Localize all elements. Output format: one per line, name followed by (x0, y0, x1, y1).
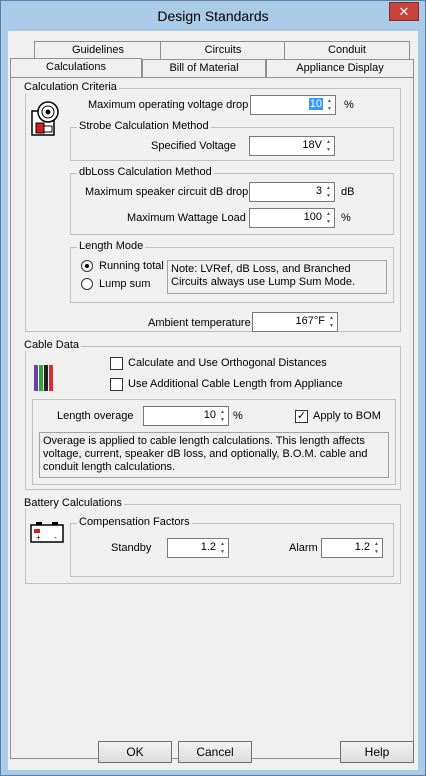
length-overage-value[interactable]: 10 (204, 409, 216, 421)
apply-to-bom-label[interactable]: Apply to BOM (313, 410, 381, 422)
specified-voltage-value[interactable]: 18V (302, 139, 322, 151)
spinner-arrows-icon[interactable]: ▲ ▼ (372, 540, 381, 556)
orthogonal-distances-label[interactable]: Calculate and Use Orthogonal Distances (128, 357, 327, 369)
lump-sum-label[interactable]: Lump sum (99, 278, 150, 290)
alarm-label: Alarm (289, 542, 318, 554)
help-button[interactable]: Help (340, 741, 414, 763)
compensation-factors-group: Compensation Factors Standby 1.2 ▲ ▼ Alar… (70, 516, 394, 577)
tab-calculations[interactable]: Calculations (10, 58, 142, 77)
battery-icon: + - (30, 521, 64, 543)
standby-value[interactable]: 1.2 (201, 541, 216, 553)
close-icon: ✕ (398, 4, 410, 19)
battery-calculations-group: Battery Calculations + - Compensation Fa… (22, 497, 401, 584)
length-overage-unit: % (233, 410, 243, 422)
running-total-radio[interactable] (81, 260, 93, 272)
cable-data-label: Cable Data (22, 339, 82, 351)
length-overage-group: Length overage 10 ▲ ▼ % ✓ Apply to BOM Ov… (32, 399, 396, 485)
max-wattage-value[interactable]: 100 (304, 211, 322, 223)
spinner-arrows-icon[interactable]: ▲ ▼ (218, 408, 227, 424)
standby-label: Standby (111, 542, 152, 554)
length-mode-note: Note: LVRef, dB Loss, and Branched Circu… (167, 260, 387, 294)
tab-conduit[interactable]: Conduit (284, 41, 410, 59)
orthogonal-distances-checkbox[interactable] (110, 357, 123, 370)
calculations-tab-panel: Calculation Criteria Maximum operating v… (10, 77, 414, 759)
window-title: Design Standards (157, 8, 269, 24)
ambient-temperature-label: Ambient temperature (148, 317, 251, 329)
overage-description: Overage is applied to cable length calcu… (39, 432, 389, 478)
spinner-arrows-icon[interactable]: ▲ ▼ (324, 138, 333, 154)
svg-text:-: - (54, 533, 57, 542)
cable-data-group: Cable Data Calculate and Use Orthogonal … (22, 339, 401, 490)
ambient-temperature-value[interactable]: 167°F (296, 315, 325, 327)
max-db-drop-label: Maximum speaker circuit dB drop (85, 186, 249, 198)
ok-button[interactable]: OK (98, 741, 172, 763)
dbloss-calculation-label: dbLoss Calculation Method (77, 166, 214, 178)
apply-to-bom-checkbox[interactable]: ✓ (295, 410, 308, 423)
dialog-client-area: Guidelines Circuits Conduit Calculations… (8, 31, 418, 770)
alarm-spinner[interactable]: 1.2 ▲ ▼ (321, 538, 383, 558)
length-overage-label: Length overage (57, 410, 134, 422)
spinner-arrows-icon[interactable]: ▲ ▼ (324, 184, 333, 200)
alarm-value[interactable]: 1.2 (355, 541, 370, 553)
max-db-drop-spinner[interactable]: 3 ▲ ▼ (249, 182, 335, 202)
running-total-label[interactable]: Running total (99, 260, 164, 272)
strobe-calculation-group: Strobe Calculation Method Specified Volt… (70, 120, 394, 161)
tab-appliance-display[interactable]: Appliance Display (266, 59, 414, 77)
spinner-arrows-icon[interactable]: ▲ ▼ (324, 210, 333, 226)
spinner-arrows-icon[interactable]: ▲ ▼ (325, 97, 334, 113)
max-wattage-spinner[interactable]: 100 ▲ ▼ (249, 208, 335, 228)
dbloss-calculation-group: dbLoss Calculation Method Maximum speake… (70, 166, 394, 235)
calculation-icon (30, 99, 68, 137)
calculation-criteria-group: Calculation Criteria Maximum operating v… (22, 81, 401, 332)
cancel-button[interactable]: Cancel (178, 741, 252, 763)
cable-icon (32, 363, 56, 393)
ambient-temperature-spinner[interactable]: 167°F ▲ ▼ (252, 312, 338, 332)
max-voltage-drop-unit: % (344, 99, 354, 111)
lump-sum-radio[interactable] (81, 278, 93, 290)
length-mode-label: Length Mode (77, 240, 146, 252)
compensation-factors-label: Compensation Factors (77, 516, 192, 528)
tab-circuits[interactable]: Circuits (160, 41, 286, 59)
max-voltage-drop-value[interactable]: 10 (308, 98, 323, 110)
calculation-criteria-label: Calculation Criteria (22, 81, 119, 93)
specified-voltage-label: Specified Voltage (151, 140, 237, 152)
spinner-arrows-icon[interactable]: ▲ ▼ (218, 540, 227, 556)
max-voltage-drop-label: Maximum operating voltage drop (88, 99, 249, 111)
specified-voltage-spinner[interactable]: 18V ▲ ▼ (249, 136, 335, 156)
checkmark-icon: ✓ (296, 410, 307, 422)
additional-cable-length-label[interactable]: Use Additional Cable Length from Applian… (128, 378, 343, 390)
max-wattage-label: Maximum Wattage Load (127, 212, 246, 224)
tab-bill-of-material[interactable]: Bill of Material (142, 59, 266, 77)
max-wattage-unit: % (341, 212, 351, 224)
close-button[interactable]: ✕ (389, 2, 419, 21)
spinner-arrows-icon[interactable]: ▲ ▼ (327, 314, 336, 330)
max-voltage-drop-spinner[interactable]: 10 ▲ ▼ (250, 95, 336, 115)
length-mode-group: Length Mode Running total Lump sum Note:… (70, 240, 394, 303)
strobe-calculation-label: Strobe Calculation Method (77, 120, 211, 132)
battery-calculations-label: Battery Calculations (22, 497, 124, 509)
design-standards-window: Design Standards ✕ Guidelines Circuits C… (0, 0, 426, 776)
title-bar[interactable]: Design Standards ✕ (1, 1, 425, 31)
length-overage-spinner[interactable]: 10 ▲ ▼ (143, 406, 229, 426)
svg-text:+: + (36, 533, 41, 542)
max-db-drop-unit: dB (341, 186, 355, 198)
standby-spinner[interactable]: 1.2 ▲ ▼ (167, 538, 229, 558)
tab-guidelines[interactable]: Guidelines (34, 41, 162, 59)
max-db-drop-value[interactable]: 3 (316, 185, 322, 197)
additional-cable-length-checkbox[interactable] (110, 378, 123, 391)
